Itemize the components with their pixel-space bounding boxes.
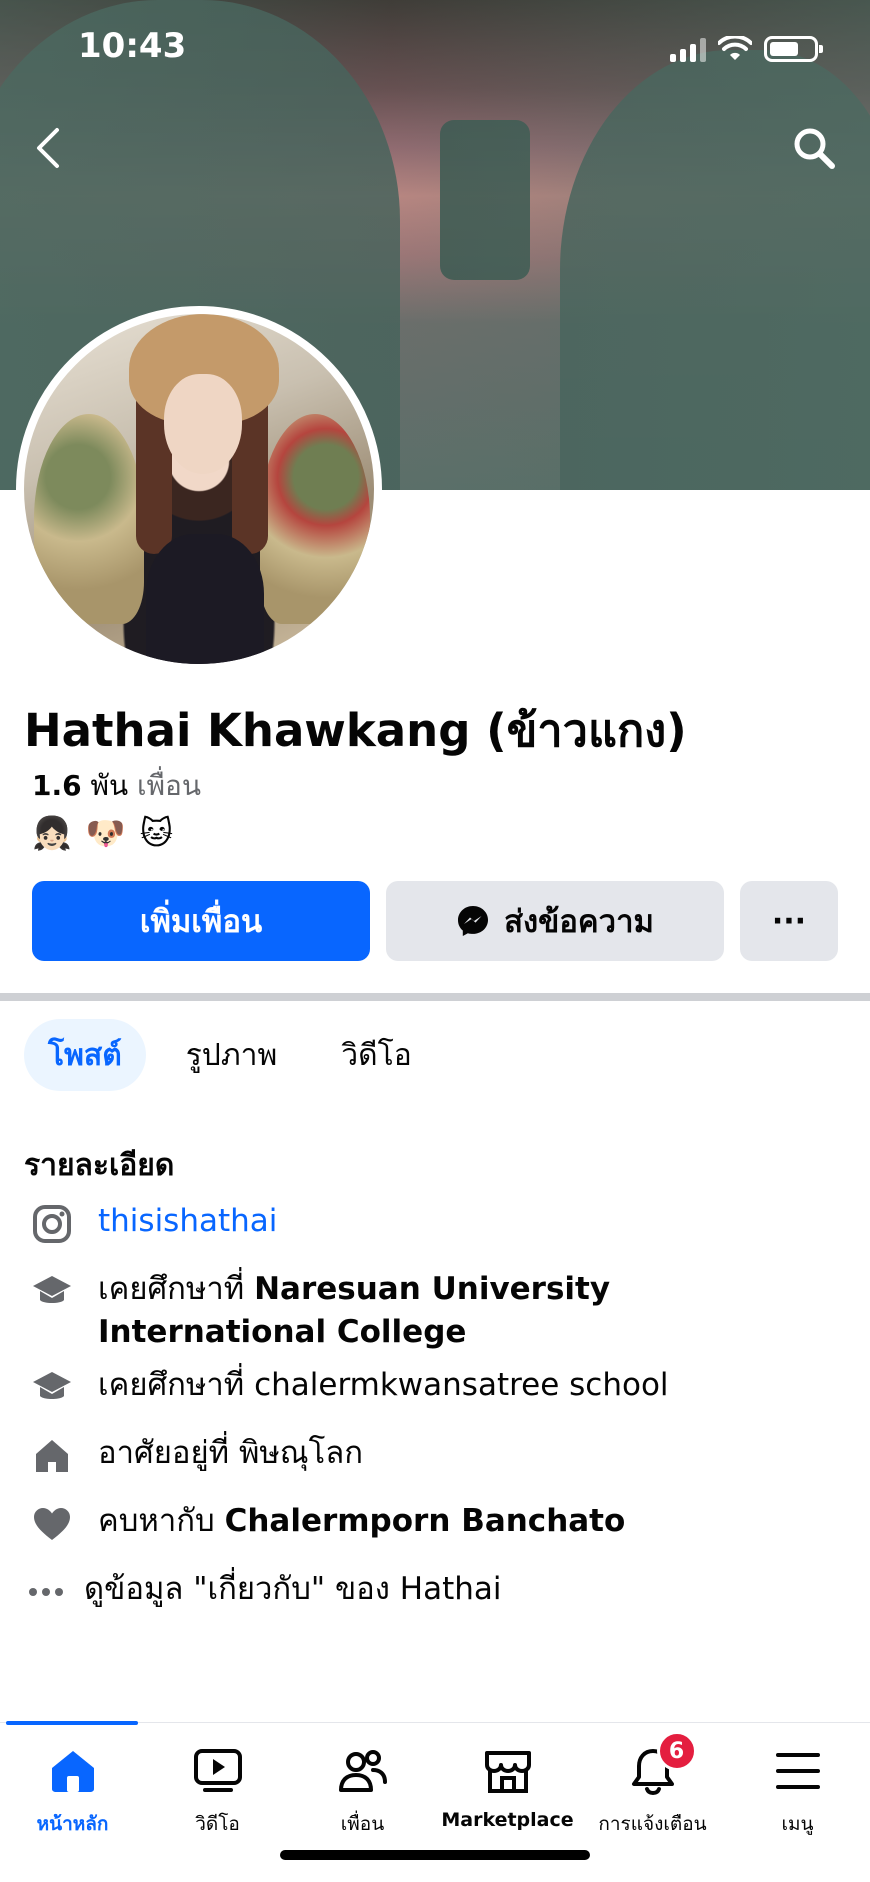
video-icon bbox=[190, 1743, 246, 1799]
status-time: 10:43 bbox=[78, 26, 187, 66]
friends-count-unit: พัน bbox=[90, 769, 129, 802]
detail-education-1: เคยศึกษาที่ Naresuan University Internat… bbox=[28, 1268, 818, 1354]
education-2-text: เคยศึกษาที่ chalermkwansatree school bbox=[98, 1367, 669, 1403]
hamburger-menu-icon bbox=[770, 1743, 826, 1799]
status-icons bbox=[670, 34, 823, 62]
nav-notifications[interactable]: 6 การแจ้งเตือน bbox=[580, 1731, 725, 1839]
back-button[interactable] bbox=[24, 120, 72, 176]
graduation-cap-icon bbox=[28, 1364, 76, 1412]
ellipsis-icon bbox=[22, 1568, 70, 1616]
tab-photos[interactable]: รูปภาพ bbox=[162, 1019, 302, 1091]
home-icon bbox=[28, 1432, 76, 1480]
nav-home[interactable]: หน้าหลัก bbox=[0, 1743, 145, 1839]
education-prefix: เคยศึกษาที่ bbox=[98, 1271, 245, 1307]
notification-badge: 6 bbox=[656, 1731, 697, 1771]
instagram-icon bbox=[28, 1200, 76, 1248]
friends-count[interactable]: 1.6 พัน เพื่อน bbox=[32, 764, 201, 808]
profile-avatar[interactable] bbox=[16, 306, 382, 672]
marketplace-icon bbox=[480, 1743, 536, 1799]
relationship-prefix: คบหากับ bbox=[98, 1503, 215, 1539]
friends-icon bbox=[335, 1743, 391, 1799]
nav-friends[interactable]: เพื่อน bbox=[290, 1743, 435, 1839]
section-divider bbox=[0, 993, 870, 1001]
nav-video[interactable]: วิดีโอ bbox=[145, 1743, 290, 1839]
nav-menu[interactable]: เมนู bbox=[725, 1743, 870, 1839]
battery-icon bbox=[764, 36, 823, 62]
more-icon: ··· bbox=[771, 903, 807, 939]
home-icon bbox=[45, 1743, 101, 1799]
search-icon bbox=[794, 128, 835, 169]
nav-marketplace[interactable]: Marketplace bbox=[435, 1743, 580, 1831]
graduation-cap-icon bbox=[28, 1268, 76, 1316]
relationship-partner-link[interactable]: Chalermporn Banchato bbox=[225, 1503, 626, 1539]
message-button[interactable]: ส่งข้อความ bbox=[386, 881, 724, 961]
messenger-icon bbox=[458, 906, 489, 936]
detail-education-2: เคยศึกษาที่ chalermkwansatree school bbox=[28, 1364, 818, 1412]
friends-count-label: เพื่อน bbox=[137, 769, 202, 802]
profile-name: Hathai Khawkang (ข้าวแกง) bbox=[24, 704, 687, 757]
detail-lives-in: อาศัยอยู่ที่ พิษณุโลก bbox=[28, 1432, 818, 1480]
avatar-emoji-dog: 🐶 bbox=[85, 814, 126, 852]
detail-relationship: คบหากับ Chalermporn Banchato bbox=[28, 1500, 818, 1548]
more-options-button[interactable]: ··· bbox=[740, 881, 838, 961]
lives-in-text: อาศัยอยู่ที่ พิษณุโลก bbox=[98, 1435, 363, 1471]
profile-tabs: โพสต์ รูปภาพ วิดีโอ bbox=[24, 1019, 452, 1091]
nav-active-indicator bbox=[6, 1721, 138, 1725]
instagram-link[interactable]: thisishathai bbox=[98, 1200, 818, 1243]
mutual-avatars[interactable]: 👧🏻 🐶 🐱 bbox=[32, 814, 173, 852]
message-label: ส่งข้อความ bbox=[504, 904, 654, 940]
avatar-emoji-cat: 🐱 bbox=[139, 814, 174, 852]
friends-count-number: 1.6 bbox=[32, 769, 82, 802]
chevron-left-icon bbox=[37, 128, 59, 168]
add-friend-label: เพิ่มเพื่อน bbox=[139, 904, 263, 940]
signal-icon bbox=[670, 38, 706, 62]
wifi-icon bbox=[718, 36, 752, 60]
avatar-emoji-girl: 👧🏻 bbox=[32, 814, 72, 852]
detail-instagram[interactable]: thisishathai bbox=[28, 1200, 818, 1248]
add-friend-button[interactable]: เพิ่มเพื่อน bbox=[32, 881, 370, 961]
profile-actions: เพิ่มเพื่อน ส่งข้อความ ··· bbox=[32, 881, 838, 961]
home-indicator bbox=[280, 1850, 590, 1860]
search-button[interactable] bbox=[786, 120, 842, 176]
see-about-text: ดูข้อมูล "เกี่ยวกับ" ของ Hathai bbox=[84, 1571, 502, 1607]
heart-icon bbox=[28, 1500, 76, 1548]
details-title: รายละเอียด bbox=[24, 1148, 175, 1183]
see-about-link[interactable]: ดูข้อมูล "เกี่ยวกับ" ของ Hathai bbox=[22, 1568, 804, 1616]
tab-posts[interactable]: โพสต์ bbox=[24, 1019, 146, 1091]
bell-icon: 6 bbox=[625, 1731, 697, 1799]
tab-videos[interactable]: วิดีโอ bbox=[317, 1019, 435, 1091]
